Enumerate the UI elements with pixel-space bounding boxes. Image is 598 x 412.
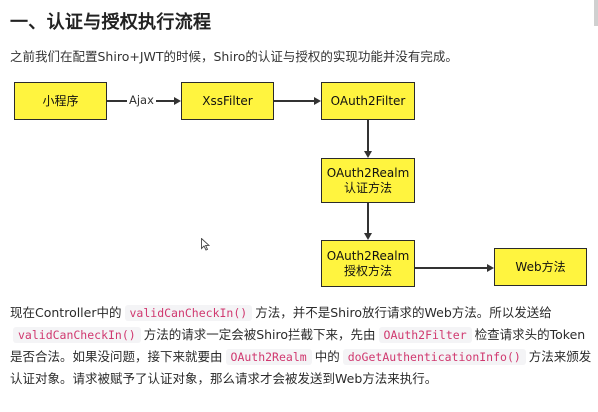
para-text-3: 方法的请求一定会被Shiro拦截下来，先由 (143, 327, 376, 342)
arrowhead-icon (487, 264, 494, 272)
node-mini-program-label: 小程序 (42, 93, 79, 108)
para-text-1: 现在Controller中的 (10, 305, 122, 320)
node-xssfilter-label: XssFilter (202, 93, 253, 108)
edge-authn-to-authz (367, 203, 369, 233)
mouse-cursor-icon (201, 238, 210, 251)
node-oauth2filter: OAuth2Filter (321, 82, 415, 120)
para-text-2: 方法，并不是Shiro放行请求的Web方法。所以发送给 (255, 305, 552, 320)
node-oauth2realm-authz: OAuth2Realm 授权方法 (321, 240, 415, 287)
explanation-paragraph: 现在Controller中的 validCanCheckIn() 方法，并不是Shi… (10, 302, 592, 390)
para-text-5: 中的 (314, 349, 340, 364)
arrowhead-icon (174, 97, 181, 105)
edge-xss-to-filter (274, 100, 314, 102)
inline-code-oauth2realm: OAuth2Realm (225, 349, 312, 365)
node-xssfilter: XssFilter (181, 82, 274, 120)
arrowhead-icon (364, 151, 372, 158)
node-web-method-label: Web方法 (515, 259, 566, 274)
node-oauth2filter-label: OAuth2Filter (330, 93, 406, 108)
edge-authz-to-web (415, 267, 487, 269)
node-oauth2realm-authz-line1: OAuth2Realm (326, 248, 410, 263)
inline-code-oauth2filter: OAuth2Filter (378, 327, 472, 343)
node-oauth2realm-authn: OAuth2Realm 认证方法 (321, 158, 415, 203)
node-oauth2realm-authn-line1: OAuth2Realm (326, 165, 410, 180)
scrollbar-thumb[interactable] (594, 0, 598, 26)
node-oauth2realm-authn-line2: 认证方法 (343, 180, 392, 195)
node-mini-program: 小程序 (14, 82, 107, 120)
arrowhead-icon (364, 233, 372, 240)
intro-text: 之前我们在配置Shiro+JWT的时候，Shiro的认证与授权的实现功能并没有完… (10, 49, 458, 64)
node-oauth2realm-authz-line2: 授权方法 (343, 263, 392, 278)
inline-code-validcancheckin-2: validCanCheckIn() (13, 327, 141, 343)
node-web-method: Web方法 (494, 248, 587, 286)
inline-code-validcancheckin: validCanCheckIn() (124, 305, 253, 321)
edge-filter-to-realm-authn (367, 120, 369, 151)
arrowhead-icon (314, 97, 321, 105)
section-heading: 一、认证与授权执行流程 (10, 12, 212, 33)
inline-code-dogetauthenticationinfo: doGetAuthenticationInfo() (342, 349, 526, 365)
edge-ajax-label: Ajax (127, 93, 156, 107)
